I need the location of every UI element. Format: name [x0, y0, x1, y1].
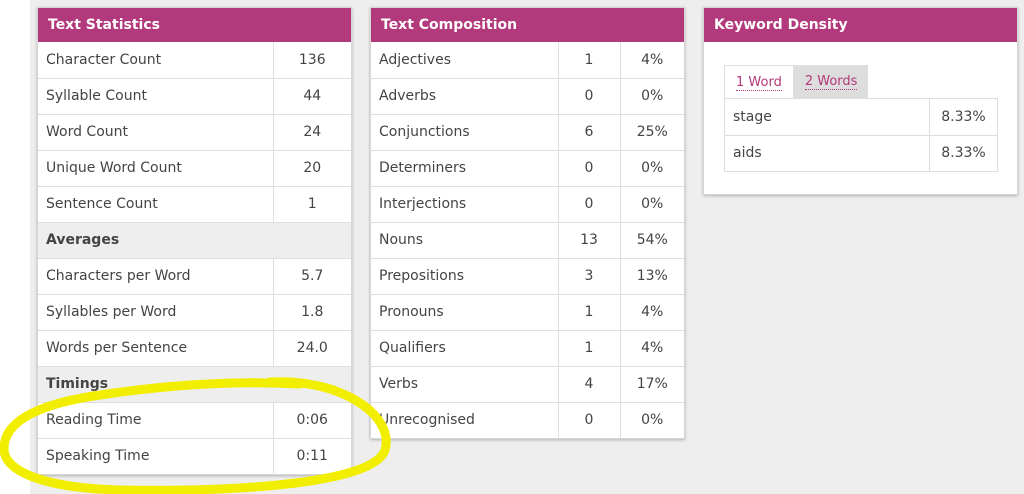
table-row: Word Count 24 — [38, 114, 351, 151]
composition-count: 1 — [558, 330, 621, 367]
table-row: Unrecognised 0 0% — [371, 402, 684, 438]
table-row: Adverbs 0 0% — [371, 78, 684, 115]
composition-percent: 0% — [620, 186, 684, 223]
composition-count: 1 — [558, 42, 621, 79]
composition-count: 4 — [558, 366, 621, 403]
stat-label: Word Count — [38, 114, 274, 151]
text-statistics-panel: Text Statistics Character Count 136 Sylla… — [37, 7, 352, 475]
section-label: Averages — [38, 222, 351, 259]
text-statistics-table: Character Count 136 Syllable Count 44 Word… — [38, 42, 351, 474]
table-row: Unique Word Count 20 — [38, 150, 351, 187]
table-row: Words per Sentence 24.0 — [38, 330, 351, 367]
section-label: Timings — [38, 366, 351, 403]
table-row: Verbs 4 17% — [371, 366, 684, 403]
composition-label: Nouns — [371, 222, 559, 259]
table-row: Adjectives 1 4% — [371, 42, 684, 79]
stat-label: Speaking Time — [38, 438, 274, 474]
table-row: Syllable Count 44 — [38, 78, 351, 115]
stat-label: Syllables per Word — [38, 294, 274, 331]
composition-percent: 25% — [620, 114, 684, 151]
stat-value: 0:06 — [273, 402, 351, 439]
composition-percent: 4% — [620, 330, 684, 367]
keyword-density-table: stage 8.33% aids 8.33% — [724, 99, 998, 172]
composition-count: 0 — [558, 78, 621, 115]
tab-1-word[interactable]: 1 Word — [724, 65, 794, 98]
composition-percent: 0% — [641, 412, 664, 429]
text-statistics-title: Text Statistics — [38, 8, 351, 42]
composition-label: Prepositions — [371, 258, 559, 295]
table-row: Character Count 136 — [38, 42, 351, 79]
composition-label: Unrecognised — [371, 402, 559, 438]
table-row: stage 8.33% — [724, 99, 998, 136]
composition-label: Adverbs — [371, 78, 559, 115]
table-row: Sentence Count 1 — [38, 186, 351, 223]
composition-count: 6 — [558, 114, 621, 151]
table-row: Speaking Time 0:11 — [38, 438, 351, 474]
keyword-density-panel: Keyword Density 1 Word 2 Words stage 8.33… — [703, 7, 1018, 195]
table-row: Reading Time 0:06 — [38, 402, 351, 439]
stat-value: 20 — [273, 150, 351, 187]
composition-label: Interjections — [371, 186, 559, 223]
composition-label: Pronouns — [371, 294, 559, 331]
composition-count: 0 — [558, 186, 621, 223]
composition-count: 1 — [558, 294, 621, 331]
table-row: Determiners 0 0% — [371, 150, 684, 187]
composition-percent: 4% — [620, 42, 684, 79]
table-row: Characters per Word 5.7 — [38, 258, 351, 295]
text-composition-panel: Text Composition Adjectives 1 4% Adverbs 0 0%… — [370, 7, 685, 439]
composition-percent: 17% — [620, 366, 684, 403]
stat-value: 136 — [273, 42, 351, 79]
keyword-density-value: 8.33% — [929, 99, 998, 136]
composition-label: Verbs — [371, 366, 559, 403]
stat-value: 1 — [273, 186, 351, 223]
composition-percent: 4% — [620, 294, 684, 331]
composition-count: 0 — [558, 150, 621, 187]
composition-label: Determiners — [371, 150, 559, 187]
stat-label: Syllable Count — [38, 78, 274, 115]
text-composition-table: Adjectives 1 4% Adverbs 0 0% Conjunctions 6 25% D… — [371, 42, 684, 438]
table-row: Interjections 0 0% — [371, 186, 684, 223]
composition-percent: 13% — [620, 258, 684, 295]
averages-section-header: Averages — [38, 222, 351, 259]
keyword-density-content: 1 Word 2 Words stage 8.33% aids 8.33% — [704, 42, 1017, 172]
composition-percent: 54% — [620, 222, 684, 259]
keyword-tabs: 1 Word 2 Words — [724, 65, 998, 99]
table-row: Pronouns 1 4% — [371, 294, 684, 331]
composition-count: 0 — [558, 402, 621, 438]
stat-value: 0:11 — [296, 448, 328, 465]
stat-label: Words per Sentence — [38, 330, 274, 367]
timings-section-header: Timings — [38, 366, 351, 403]
table-row: Conjunctions 6 25% — [371, 114, 684, 151]
keyword-density-value: 8.33% — [941, 145, 986, 161]
keyword-label: stage — [724, 99, 930, 136]
table-row: aids 8.33% — [724, 135, 998, 171]
stat-label: Reading Time — [38, 402, 274, 439]
table-row: Prepositions 3 13% — [371, 258, 684, 295]
text-composition-title: Text Composition — [371, 8, 684, 42]
tab-label: 1 Word — [736, 75, 782, 91]
tab-label: 2 Words — [804, 74, 858, 90]
stat-label: Character Count — [38, 42, 274, 79]
composition-percent: 0% — [620, 150, 684, 187]
stat-value: 44 — [273, 78, 351, 115]
tab-2-words[interactable]: 2 Words — [793, 65, 869, 98]
keyword-density-title: Keyword Density — [704, 8, 1017, 42]
stat-label: Unique Word Count — [38, 150, 274, 187]
stat-value: 1.8 — [273, 294, 351, 331]
stat-label: Characters per Word — [38, 258, 274, 295]
composition-label: Conjunctions — [371, 114, 559, 151]
table-row: Qualifiers 1 4% — [371, 330, 684, 367]
stat-label: Sentence Count — [38, 186, 274, 223]
stat-value: 24 — [273, 114, 351, 151]
stat-value: 24.0 — [273, 330, 351, 367]
keyword-label: aids — [724, 135, 930, 171]
composition-label: Qualifiers — [371, 330, 559, 367]
composition-count: 3 — [558, 258, 621, 295]
stat-value: 5.7 — [273, 258, 351, 295]
composition-percent: 0% — [620, 78, 684, 115]
table-row: Syllables per Word 1.8 — [38, 294, 351, 331]
composition-label: Adjectives — [371, 42, 559, 79]
table-row: Nouns 13 54% — [371, 222, 684, 259]
composition-count: 13 — [558, 222, 621, 259]
